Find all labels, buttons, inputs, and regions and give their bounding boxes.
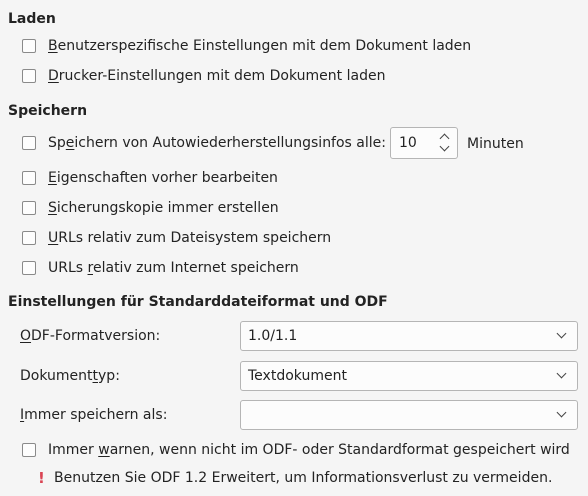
autosave-unit-label: Minuten xyxy=(467,136,524,152)
checkbox-label: URLs relativ zum Dateisystem speichern xyxy=(48,230,332,246)
checkbox-label: Sicherungskopie immer erstellen xyxy=(48,200,279,216)
checkbox-box[interactable] xyxy=(22,261,36,275)
odf-version-select[interactable]: 1.0/1.1 xyxy=(240,321,578,351)
checkbox-label: Eigenschaften vorher bearbeiten xyxy=(48,170,278,186)
document-type-select[interactable]: Textdokument xyxy=(240,361,578,391)
autosave-minutes-spinbox[interactable]: 10 xyxy=(390,127,458,159)
checkbox-box[interactable] xyxy=(22,231,36,245)
checkbox-urls-filesystem[interactable]: URLs relativ zum Dateisystem speichern xyxy=(22,228,331,248)
chevron-down-icon[interactable] xyxy=(556,328,567,340)
checkbox-load-user-settings[interactable]: Benutzerspezifische Einstellungen mit de… xyxy=(22,36,471,56)
checkbox-label: URLs relativ zum Internet speichern xyxy=(48,260,299,276)
select-value: 1.0/1.1 xyxy=(248,328,298,344)
warning-icon: ! xyxy=(38,469,45,487)
checkbox-box[interactable] xyxy=(22,136,36,150)
checkbox-backup-copy[interactable]: Sicherungskopie immer erstellen xyxy=(22,198,279,218)
checkbox-label: Benutzerspezifische Einstellungen mit de… xyxy=(48,38,472,54)
odf-version-label: ODF-Formatversion: xyxy=(20,328,161,344)
checkbox-label: Immer warnen, wenn nicht im ODF- oder St… xyxy=(48,442,570,458)
chevron-down-icon[interactable] xyxy=(556,368,567,380)
checkbox-box[interactable] xyxy=(22,171,36,185)
checkbox-autosave[interactable]: Speichern von Autowiederherstellungsinfo… xyxy=(22,133,386,153)
checkbox-label: Drucker-Einstellungen mit dem Dokument l… xyxy=(48,68,386,84)
checkbox-box[interactable] xyxy=(22,69,36,83)
section-title-format: Einstellungen für Standarddateiformat un… xyxy=(8,294,388,310)
checkbox-box[interactable] xyxy=(22,443,36,457)
checkbox-box[interactable] xyxy=(22,39,36,53)
checkbox-box[interactable] xyxy=(22,201,36,215)
checkbox-edit-properties[interactable]: Eigenschaften vorher bearbeiten xyxy=(22,168,278,188)
section-title-speichern: Speichern xyxy=(8,103,88,119)
document-type-label: Dokumenttyp: xyxy=(20,368,120,384)
select-value: Textdokument xyxy=(248,368,347,384)
checkbox-load-printer-settings[interactable]: Drucker-Einstellungen mit dem Dokument l… xyxy=(22,66,385,86)
warning-message: Benutzen Sie ODF 1.2 Erweitert, um Infor… xyxy=(54,470,553,486)
checkbox-label: Speichern von Autowiederherstellungsinfo… xyxy=(48,135,386,151)
section-title-laden: Laden xyxy=(8,11,56,27)
checkbox-urls-internet[interactable]: URLs relativ zum Internet speichern xyxy=(22,258,299,278)
checkbox-warn-non-odf[interactable]: Immer warnen, wenn nicht im ODF- oder St… xyxy=(22,440,570,460)
chevron-down-icon[interactable] xyxy=(437,141,453,155)
chevron-down-icon[interactable] xyxy=(556,407,567,419)
spinbox-value[interactable]: 10 xyxy=(399,134,417,152)
always-save-as-label: Immer speichern als: xyxy=(20,407,168,423)
always-save-as-select[interactable] xyxy=(240,400,578,430)
